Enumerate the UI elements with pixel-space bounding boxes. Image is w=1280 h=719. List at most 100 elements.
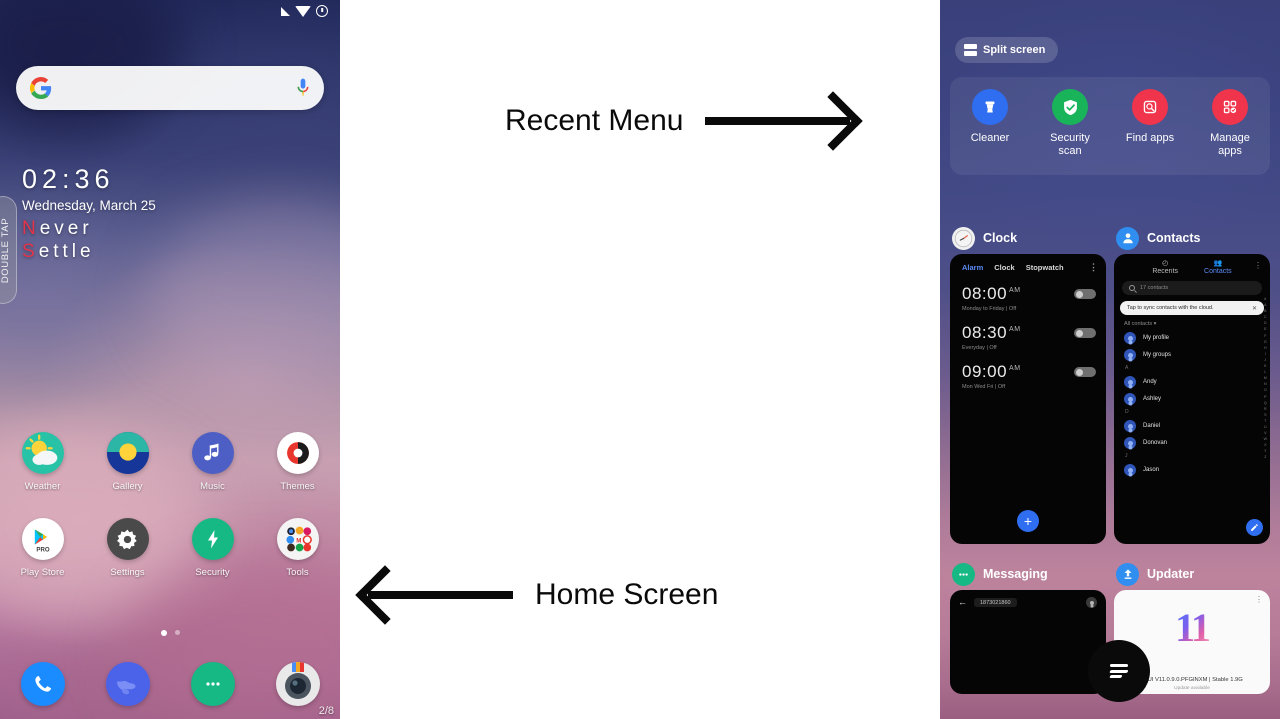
microphone-icon[interactable] [296,77,310,99]
index-letter[interactable]: G [1264,340,1267,345]
contact-name: Ashley [1143,396,1162,402]
drag-handle-icon[interactable] [1088,640,1150,702]
index-letter[interactable]: I [1265,352,1266,357]
index-letter[interactable]: P [1264,395,1266,400]
app-play-store[interactable]: PRO Play Store [0,518,85,578]
alarm-item[interactable]: 08:30 AM Everyday | Off [950,312,1106,351]
contact-row[interactable]: My groups [1114,344,1270,361]
recent-card-messaging[interactable]: Messaging ← 1873021860 [950,558,1106,694]
contact-row[interactable]: Ashley [1114,388,1270,405]
sync-contacts-banner[interactable]: Tap to sync contacts with the cloud. ✕ [1120,301,1264,315]
index-letter[interactable]: M [1264,377,1267,381]
index-letter[interactable]: H [1264,346,1267,351]
index-letter[interactable]: W [1264,438,1267,442]
app-music[interactable]: Music [170,432,255,492]
quick-action-manage-apps[interactable]: Manage apps [1190,89,1270,175]
recent-card-clock[interactable]: Clock Alarm Clock Stopwatch ⋮ 08:00 AM Mo… [950,222,1106,544]
alarm-toggle[interactable] [1074,328,1096,338]
section-letter: A [1125,365,1129,371]
contact-name: Jason [1143,467,1160,473]
contacts-search-field[interactable]: 17 contacts [1122,281,1262,295]
index-letter[interactable]: J [1264,358,1266,363]
page-dot-active[interactable] [160,630,167,636]
battery-circle-icon [316,5,328,17]
index-letter[interactable]: X [1264,444,1266,448]
index-letter[interactable]: U [1264,425,1267,430]
card-preview-clock[interactable]: Alarm Clock Stopwatch ⋮ 08:00 AM Monday t… [950,254,1106,544]
alphabet-index[interactable]: # A B C D E F G H I J K L M N O P Q R S T U V W X Y Z [1264,297,1267,460]
contact-row[interactable]: Daniel [1114,415,1270,432]
app-settings[interactable]: Settings [85,518,170,578]
clock-widget[interactable]: 02:36 Wednesday, March 25 Never Settle [22,164,156,264]
index-letter[interactable]: V [1264,431,1266,436]
double-tap-side-tab[interactable]: DOUBLE TAP [0,196,17,304]
index-letter[interactable]: Z [1264,456,1266,460]
tab-stopwatch[interactable]: Stopwatch [1026,263,1064,272]
app-gallery[interactable]: Gallery [85,432,170,492]
folder-tools-icon: M [276,518,319,560]
index-letter[interactable]: A [1264,303,1266,308]
split-screen-icon [964,44,977,56]
edit-pencil-icon[interactable] [1246,519,1263,536]
dock-item-camera[interactable] [255,662,340,706]
index-letter[interactable]: B [1264,310,1266,314]
index-letter[interactable]: Q [1264,401,1267,406]
quick-action-find-apps[interactable]: Find apps [1110,89,1190,175]
add-alarm-button[interactable]: + [1017,510,1039,532]
find-apps-icon [1132,89,1168,125]
index-letter[interactable]: C [1264,316,1267,320]
index-letter[interactable]: # [1264,297,1266,302]
dock-item-messaging[interactable] [170,662,255,706]
slogan-line-1: Never [22,217,93,239]
kebab-menu-icon[interactable]: ⋮ [1089,262,1098,273]
app-themes[interactable]: Themes [255,432,340,492]
index-letter[interactable]: T [1264,419,1266,424]
app-tools-folder[interactable]: M Tools [255,518,340,578]
app-security[interactable]: Security [170,518,255,578]
contact-avatar-icon[interactable] [1086,597,1097,608]
contact-row[interactable]: Jason [1114,459,1270,476]
index-letter[interactable]: F [1264,334,1266,339]
alarm-item[interactable]: 08:00 AM Monday to Friday | Off [950,273,1106,312]
close-icon[interactable]: ✕ [1252,305,1257,312]
index-letter[interactable]: R [1264,407,1267,412]
tab-recents[interactable]: ◴ Recents [1152,260,1178,275]
index-letter[interactable]: E [1264,328,1266,332]
dock-item-browser[interactable] [85,662,170,706]
app-label: Gallery [112,481,143,492]
alarm-toggle[interactable] [1074,367,1096,377]
index-letter[interactable]: Y [1264,450,1266,454]
alarm-item[interactable]: 09:00 AM Mon Wed Fri | Off [950,351,1106,390]
card-preview-contacts[interactable]: ◴ Recents 👥 Contacts ⋮ 17 contacts Tap t… [1114,254,1270,544]
signal-icon [281,6,290,16]
contacts-filter[interactable]: All contacts ▾ [1114,315,1270,327]
dock-item-phone[interactable] [0,662,85,706]
split-screen-button[interactable]: Split screen [955,37,1059,63]
kebab-menu-icon[interactable]: ⋮ [1255,595,1263,604]
index-letter[interactable]: K [1264,364,1266,369]
tab-alarm[interactable]: Alarm [962,263,983,272]
tab-contacts[interactable]: 👥 Contacts [1204,260,1232,275]
quick-action-cleaner[interactable]: Cleaner [950,89,1030,175]
kebab-menu-icon[interactable]: ⋮ [1254,261,1262,270]
back-arrow-icon[interactable]: ← [958,598,967,607]
recent-card-contacts[interactable]: Contacts ◴ Recents 👥 Contacts ⋮ 17 conta… [1114,222,1270,544]
avatar [1124,437,1136,449]
page-dot[interactable] [174,630,180,635]
quick-action-security-scan[interactable]: Security scan [1030,89,1110,175]
app-weather[interactable]: Weather [0,432,85,492]
contact-row[interactable]: My profile [1114,327,1270,344]
index-letter[interactable]: N [1264,383,1267,387]
index-letter[interactable]: S [1264,413,1266,418]
contacts-count: 17 contacts [1140,285,1169,291]
index-letter[interactable]: O [1264,389,1267,393]
index-letter[interactable]: L [1264,371,1266,375]
contacts-tabs: ◴ Recents 👥 Contacts ⋮ [1114,254,1270,275]
contact-row[interactable]: Andy [1114,371,1270,388]
google-search-bar[interactable] [16,66,324,110]
tab-clock[interactable]: Clock [994,263,1014,272]
card-preview-messaging[interactable]: ← 1873021860 [950,590,1106,694]
contact-row[interactable]: Donovan [1114,432,1270,449]
alarm-toggle[interactable] [1074,289,1096,299]
index-letter[interactable]: D [1264,322,1267,326]
